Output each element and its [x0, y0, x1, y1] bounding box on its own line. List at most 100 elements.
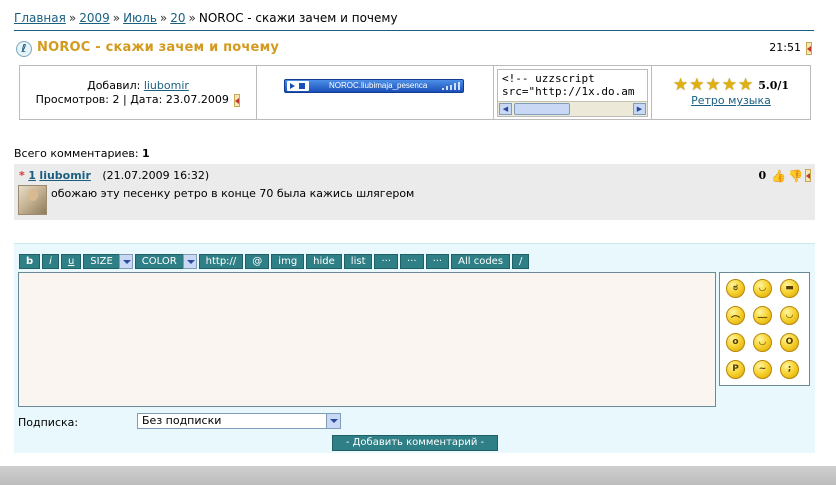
- url-button[interactable]: http://: [198, 254, 244, 269]
- breadcrumb-divider: [14, 30, 814, 31]
- comment-number-link[interactable]: 1: [28, 169, 36, 182]
- comment-text: обожаю эту песенку ретро в конце 70 была…: [51, 187, 415, 200]
- confused-smiley-icon[interactable]: ~: [753, 360, 772, 379]
- wink-smiley-icon[interactable]: ;: [780, 360, 799, 379]
- scrollbar-thumb[interactable]: [514, 103, 570, 115]
- comments-total-count: 1: [142, 147, 150, 160]
- image-button[interactable]: img: [271, 254, 305, 269]
- chevron-down-icon[interactable]: [182, 254, 197, 269]
- author-link[interactable]: liubomir: [144, 79, 189, 92]
- add-comment-button[interactable]: - Добавить комментарий -: [332, 435, 498, 451]
- star-icon[interactable]: ★: [738, 77, 753, 94]
- comment-form: b i u SIZE COLOR http:// @ img hide list…: [14, 243, 815, 453]
- bbcode-toolbar: b i u SIZE COLOR http:// @ img hide list…: [19, 254, 530, 269]
- star-icon[interactable]: ★: [722, 77, 737, 94]
- italic-button[interactable]: i: [42, 254, 59, 269]
- angry-smiley-icon[interactable]: ಠ: [726, 279, 745, 298]
- entry-header: ℓ NOROC - скажи зачем и почему 21:51: [16, 40, 814, 58]
- shocked-smiley-icon[interactable]: O: [780, 333, 799, 352]
- views-and-date: Просмотров: 2 | Дата: 23.07.2009: [35, 93, 229, 106]
- all-codes-button[interactable]: All codes: [451, 254, 511, 269]
- entry-icon: ℓ: [16, 41, 32, 57]
- underline-button[interactable]: u: [60, 254, 82, 269]
- breadcrumb-separator: »: [159, 11, 168, 25]
- entry-title: NOROC - скажи зачем и почему: [37, 40, 280, 55]
- chevron-down-icon[interactable]: [118, 254, 133, 269]
- star-icon[interactable]: ★: [673, 77, 688, 94]
- chevron-down-icon[interactable]: [326, 414, 340, 428]
- stop-icon[interactable]: [299, 83, 305, 89]
- volume-icon[interactable]: [442, 82, 460, 90]
- breadcrumb: Главная» 2009» Июль» 20» NOROC - скажи зачем…: [14, 11, 398, 25]
- list-button[interactable]: list: [343, 254, 373, 269]
- entry-author-cell: Добавил: liubomir Просмотров: 2 | Дата: …: [20, 66, 257, 119]
- horizontal-scrollbar[interactable]: ◀ ▶: [498, 101, 647, 116]
- subscription-select[interactable]: Без подписки: [137, 413, 341, 429]
- hide-button[interactable]: hide: [306, 254, 342, 269]
- player-track-title: NOROC.liubimaja_pesenca: [329, 81, 428, 90]
- breadcrumb-separator: »: [188, 11, 196, 25]
- message-textarea[interactable]: [18, 272, 716, 407]
- breadcrumb-separator: »: [112, 11, 121, 25]
- comment-marker: *: [19, 169, 25, 182]
- breadcrumb-home[interactable]: Главная: [14, 11, 66, 25]
- rating-value: 5.0/1: [758, 79, 790, 92]
- added-by-label: Добавил:: [87, 79, 141, 92]
- comment-item: * 1 liubomir (21.07.2009 16:32) обожаю э…: [14, 164, 815, 220]
- star-icon[interactable]: ★: [689, 77, 704, 94]
- more-button[interactable]: ···: [425, 254, 450, 269]
- entry-player-cell: NOROC.liubimaja_pesenca: [257, 66, 494, 119]
- comment-date: (21.07.2009 16:32): [102, 169, 210, 182]
- smile-smiley-icon[interactable]: ◡: [780, 306, 799, 325]
- breadcrumb-month[interactable]: Июль: [123, 11, 157, 25]
- star-icon[interactable]: ★: [705, 77, 720, 94]
- more-button[interactable]: ···: [400, 254, 424, 269]
- size-select[interactable]: SIZE: [83, 254, 133, 269]
- breadcrumb-separator: »: [68, 11, 77, 25]
- breadcrumb-year[interactable]: 2009: [79, 11, 110, 25]
- breadcrumb-current: NOROC - скажи зачем и почему: [198, 11, 398, 25]
- page-bottom-edge: [0, 466, 836, 485]
- email-button[interactable]: @: [245, 254, 270, 269]
- bold-button[interactable]: b: [19, 254, 41, 269]
- close-tags-button[interactable]: /: [512, 254, 530, 269]
- subscription-value: Без подписки: [142, 414, 222, 427]
- audio-player[interactable]: NOROC.liubimaja_pesenca: [284, 79, 464, 93]
- report-flag-icon[interactable]: [806, 42, 812, 55]
- color-select-label[interactable]: COLOR: [134, 254, 183, 269]
- smiley-panel: ಠ ◡ ▬ ︵ ﹏ ◡ o ◡ O P ~ ;: [719, 272, 810, 386]
- more-button[interactable]: ···: [374, 254, 399, 269]
- cool-smiley-icon[interactable]: ▬: [780, 279, 799, 298]
- comment-flag-icon[interactable]: [805, 169, 811, 182]
- comment-header: * 1 liubomir (21.07.2009 16:32): [19, 169, 209, 182]
- play-icon[interactable]: [290, 83, 295, 89]
- player-controls: [287, 81, 309, 91]
- thumbs-down-icon[interactable]: 👎: [788, 170, 803, 182]
- sleepy-smiley-icon[interactable]: ﹏: [753, 306, 772, 325]
- avatar: [18, 185, 47, 215]
- rating-stars[interactable]: ★ ★ ★ ★ ★ 5.0/1: [673, 77, 789, 94]
- sad-smiley-icon[interactable]: ︵: [726, 306, 745, 325]
- happy-smiley-icon[interactable]: ◡: [753, 333, 772, 352]
- entry-rating-cell: ★ ★ ★ ★ ★ 5.0/1 Ретро музыка: [652, 66, 810, 119]
- comment-rating: 0 👍 👎: [758, 169, 811, 182]
- comments-total-label: Всего комментариев:: [14, 147, 139, 160]
- thumbs-up-icon[interactable]: 👍: [771, 170, 786, 182]
- entry-code-cell: <!-- uzzscript src="http://1x.do.am ◀ ▶: [494, 66, 652, 119]
- category-link[interactable]: Ретро музыка: [652, 94, 810, 107]
- scroll-left-icon[interactable]: ◀: [499, 103, 512, 115]
- comment-author-link[interactable]: liubomir: [39, 169, 90, 182]
- size-select-label[interactable]: SIZE: [83, 254, 119, 269]
- scroll-right-icon[interactable]: ▶: [633, 103, 646, 115]
- grin-smiley-icon[interactable]: ◡: [753, 279, 772, 298]
- breadcrumb-day[interactable]: 20: [170, 11, 185, 25]
- entry-flag-icon[interactable]: [234, 93, 241, 107]
- entry-info-table: Добавил: liubomir Просмотров: 2 | Дата: …: [19, 65, 811, 120]
- surprised-smiley-icon[interactable]: o: [726, 333, 745, 352]
- embed-code-box[interactable]: <!-- uzzscript src="http://1x.do.am ◀ ▶: [497, 69, 648, 117]
- comments-total: Всего комментариев: 1: [14, 147, 150, 160]
- tongue-smiley-icon[interactable]: P: [726, 360, 745, 379]
- embed-code-text: <!-- uzzscript src="http://1x.do.am: [502, 72, 635, 98]
- comment-rating-value: 0: [758, 169, 767, 182]
- color-select[interactable]: COLOR: [134, 254, 197, 269]
